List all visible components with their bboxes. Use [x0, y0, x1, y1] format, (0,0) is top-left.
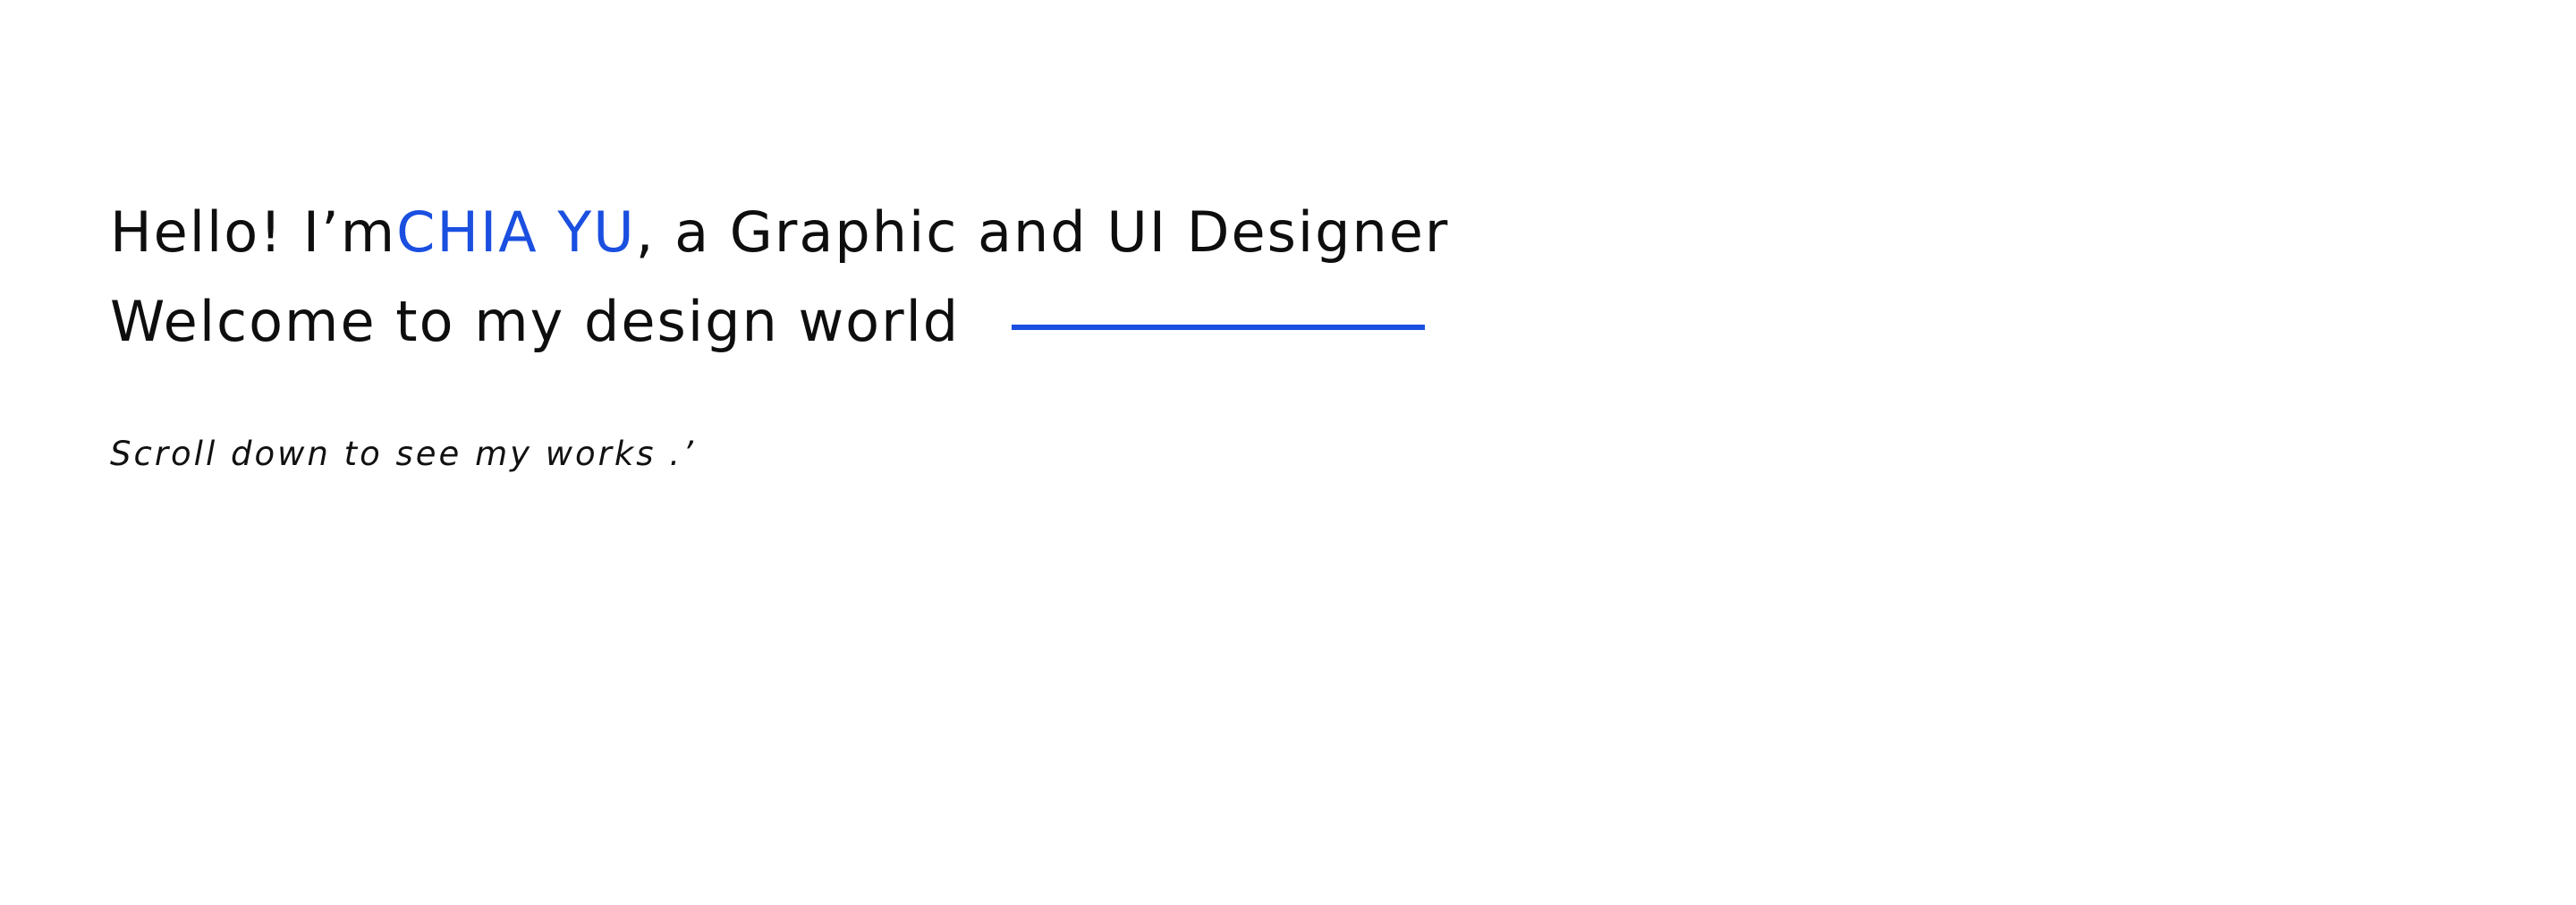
headline-welcome: Welcome to my design world: [110, 277, 1434, 367]
accent-divider: [1012, 325, 1426, 330]
greeting-prefix: Hello! I’m: [110, 199, 397, 265]
welcome-text: Welcome to my design world: [110, 289, 961, 354]
designer-name: CHIA YU: [396, 199, 636, 265]
greeting-suffix: , a Graphic and UI Designer: [635, 199, 1450, 265]
hero-section: Hello! I’m CHIA YU , a Graphic and UI De…: [110, 188, 1447, 367]
scroll-hint: Scroll down to see my works .’: [110, 435, 696, 473]
headline-greeting: Hello! I’m CHIA YU , a Graphic and UI De…: [110, 188, 1447, 277]
